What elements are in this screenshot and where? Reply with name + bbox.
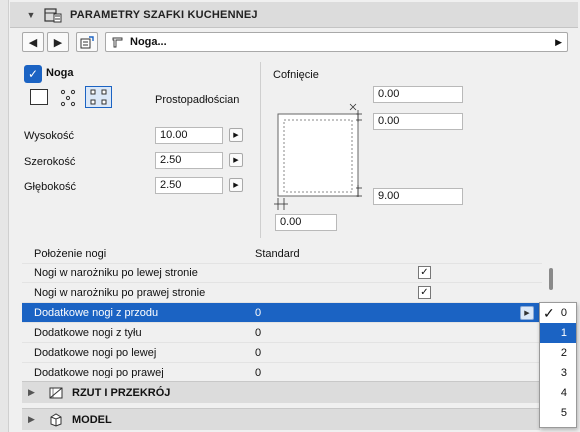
prev-button[interactable]: ◀ bbox=[22, 32, 44, 52]
row-label: Nogi w narożniku po lewej stronie bbox=[34, 266, 198, 279]
corner-right-checkbox[interactable]: ✓ bbox=[418, 286, 431, 299]
height-arrow-button[interactable]: ▶ bbox=[229, 128, 243, 142]
width-field[interactable]: 2.50 bbox=[155, 152, 223, 169]
section-floor-plan[interactable]: ▶ RZUT I PRZEKRÓJ bbox=[22, 381, 540, 403]
leg-page-icon bbox=[112, 37, 123, 48]
triangle-right-icon: ▶ bbox=[524, 310, 530, 317]
dots-shape-button[interactable] bbox=[58, 88, 80, 108]
page-list-icon bbox=[80, 35, 94, 48]
next-button[interactable]: ▶ bbox=[47, 32, 69, 52]
row-value: Standard bbox=[255, 247, 300, 260]
shape-label: Prostopadłościan bbox=[155, 94, 240, 106]
setback-top1-field[interactable]: 0.00 bbox=[373, 86, 463, 103]
corner-dots-icon bbox=[90, 89, 107, 105]
list-row-back-legs[interactable]: Dodatkowe nogi z tyłu 0 bbox=[22, 323, 542, 343]
triangle-right-icon: ▶ bbox=[53, 36, 63, 49]
list-row-front-legs[interactable]: Dodatkowe nogi z przodu 0 ▶ bbox=[22, 303, 542, 323]
row-label: Dodatkowe nogi z tyłu bbox=[34, 326, 142, 339]
page-select-value: Noga... bbox=[130, 36, 167, 48]
setback-right-field[interactable]: 9.00 bbox=[373, 188, 463, 205]
floor-plan-icon bbox=[49, 387, 63, 398]
section-title: MODEL bbox=[72, 413, 112, 426]
panel-title: PARAMETRY SZAFKI KUCHENNEJ bbox=[70, 8, 258, 21]
height-field[interactable]: 10.00 bbox=[155, 127, 223, 144]
checkmark-icon: ✓ bbox=[27, 67, 39, 81]
option-label: 5 bbox=[560, 407, 567, 419]
collapse-triangle-icon[interactable]: ▼ bbox=[24, 10, 38, 20]
triangle-left-icon: ◀ bbox=[28, 36, 38, 49]
row-value: 0 bbox=[255, 366, 262, 379]
page-select[interactable]: Noga... ▶ bbox=[105, 32, 568, 52]
row-label: Położenie nogi bbox=[34, 247, 107, 260]
setback-top2-field[interactable]: 0.00 bbox=[373, 113, 463, 130]
model-cube-icon bbox=[50, 412, 62, 427]
dropdown-option-4[interactable]: 4 bbox=[540, 383, 576, 403]
list-scrollbar[interactable] bbox=[549, 268, 553, 290]
list-row-left-legs[interactable]: Dodatkowe nogi po lewej 0 bbox=[22, 343, 542, 363]
rectangle-shape-button[interactable] bbox=[30, 89, 48, 105]
list-row-leg-position[interactable]: Położenie nogi Standard bbox=[22, 244, 542, 264]
panel-header[interactable]: ▼ PARAMETRY SZAFKI KUCHENNEJ bbox=[10, 2, 578, 28]
section-title: RZUT I PRZEKRÓJ bbox=[72, 386, 171, 399]
option-label: 4 bbox=[560, 387, 567, 399]
setback-diagram bbox=[274, 103, 362, 210]
count-dropdown-menu[interactable]: ✓ 0 1 2 3 4 5 bbox=[539, 302, 577, 428]
dropdown-option-3[interactable]: 3 bbox=[540, 363, 576, 383]
depth-arrow-button[interactable]: ▶ bbox=[229, 178, 243, 192]
leg-checkbox-label: Noga bbox=[46, 67, 74, 79]
row-value: 0 bbox=[255, 326, 262, 339]
row-label: Dodatkowe nogi z przodu bbox=[34, 306, 159, 319]
expand-triangle-icon: ▶ bbox=[28, 387, 35, 397]
section-model[interactable]: ▶ MODEL bbox=[22, 408, 540, 430]
row-label: Dodatkowe nogi po prawej bbox=[34, 366, 164, 379]
corner-left-checkbox[interactable]: ✓ bbox=[418, 266, 431, 279]
option-label: 3 bbox=[560, 367, 567, 379]
depth-field[interactable]: 2.50 bbox=[155, 177, 223, 194]
width-label: Szerokość bbox=[24, 156, 76, 168]
depth-label: Głębokość bbox=[24, 181, 76, 193]
row-label: Dodatkowe nogi po lewej bbox=[34, 346, 157, 359]
navigation-row: ◀ ▶ Noga... ▶ bbox=[22, 31, 568, 53]
page-list-button[interactable] bbox=[76, 32, 98, 52]
row-dropdown-button[interactable]: ▶ bbox=[520, 306, 534, 320]
option-label: 0 bbox=[560, 307, 567, 319]
row-value: 0 bbox=[255, 346, 262, 359]
width-arrow-button[interactable]: ▶ bbox=[229, 153, 243, 167]
list-row-corner-right[interactable]: Nogi w narożniku po prawej stronie ✓ bbox=[22, 283, 542, 303]
dropdown-option-1[interactable]: 1 bbox=[540, 323, 576, 343]
checkmark-icon: ✓ bbox=[543, 304, 555, 321]
expand-triangle-icon: ▶ bbox=[28, 414, 35, 424]
triangle-right-icon: ▶ bbox=[555, 36, 562, 47]
row-label: Nogi w narożniku po prawej stronie bbox=[34, 286, 206, 299]
list-row-corner-left[interactable]: Nogi w narożniku po lewej stronie ✓ bbox=[22, 263, 542, 283]
cabinet-settings-icon bbox=[44, 7, 62, 22]
row-value: 0 bbox=[255, 306, 262, 319]
list-row-right-legs[interactable]: Dodatkowe nogi po prawej 0 bbox=[22, 363, 542, 379]
option-label: 1 bbox=[560, 327, 567, 339]
corner-dots-shape-button[interactable] bbox=[85, 86, 112, 108]
setback-title: Cofnięcie bbox=[273, 69, 319, 81]
leg-checkbox[interactable]: ✓ bbox=[24, 65, 42, 83]
left-edge-strip bbox=[0, 0, 9, 432]
setback-bottom-field[interactable]: 0.00 bbox=[275, 214, 337, 231]
dropdown-option-5[interactable]: 5 bbox=[540, 403, 576, 423]
vertical-divider bbox=[260, 62, 261, 238]
option-label: 2 bbox=[560, 347, 567, 359]
dropdown-option-2[interactable]: 2 bbox=[540, 343, 576, 363]
dots-shape-icon bbox=[60, 89, 76, 107]
height-label: Wysokość bbox=[24, 130, 75, 142]
parameter-list[interactable]: Położenie nogi Standard Nogi w narożniku… bbox=[22, 244, 542, 378]
dropdown-option-0[interactable]: ✓ 0 bbox=[540, 303, 576, 323]
